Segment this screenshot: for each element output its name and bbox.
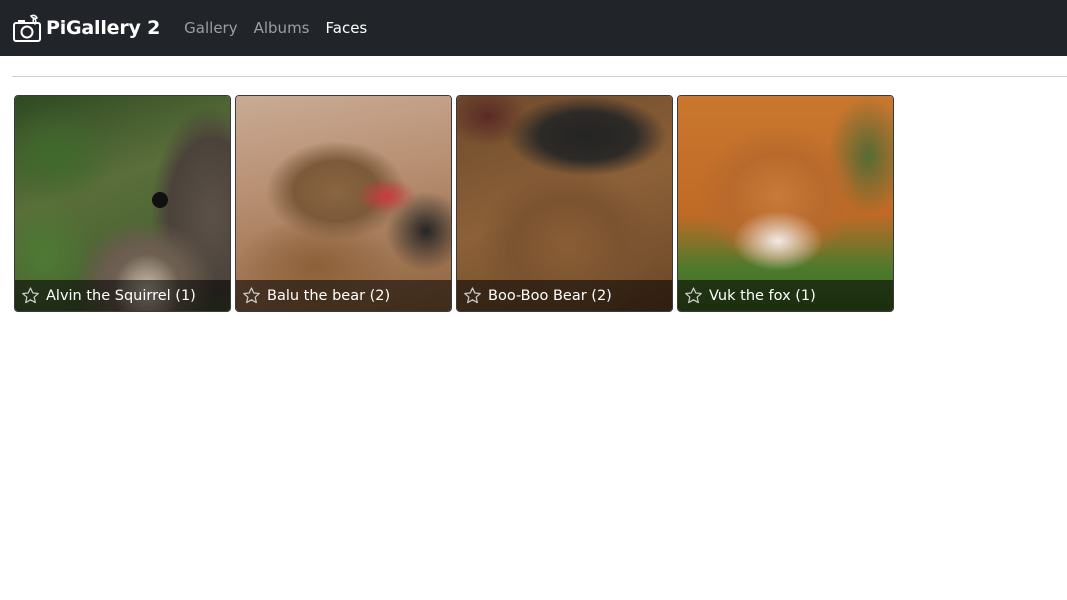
face-name: Boo-Boo Bear (2) xyxy=(488,287,612,304)
face-name: Vuk the fox (1) xyxy=(709,287,816,304)
face-caption: Alvin the Squirrel (1) xyxy=(15,280,230,311)
face-card[interactable]: Boo-Boo Bear (2) xyxy=(456,95,673,312)
face-caption: Balu the bear (2) xyxy=(236,280,451,311)
face-photo xyxy=(457,96,672,311)
content-divider xyxy=(12,76,1067,77)
nav-link-faces[interactable]: Faces xyxy=(326,19,368,37)
nav-link-gallery[interactable]: Gallery xyxy=(184,19,237,37)
face-card[interactable]: Alvin the Squirrel (1) xyxy=(14,95,231,312)
main-nav: Gallery Albums Faces xyxy=(184,19,383,37)
face-name: Alvin the Squirrel (1) xyxy=(46,287,196,304)
brand-name: PiGallery 2 xyxy=(46,17,161,39)
face-caption: Boo-Boo Bear (2) xyxy=(457,280,672,311)
star-outline-icon[interactable] xyxy=(242,286,261,305)
face-caption: Vuk the fox (1) xyxy=(678,280,893,311)
star-outline-icon[interactable] xyxy=(463,286,482,305)
face-photo xyxy=(15,96,230,311)
camera-logo-icon xyxy=(13,14,41,42)
star-outline-icon[interactable] xyxy=(684,286,703,305)
faces-grid: Alvin the Squirrel (1) Balu the bear (2)… xyxy=(14,95,898,312)
star-outline-icon[interactable] xyxy=(21,286,40,305)
face-photo xyxy=(236,96,451,311)
brand[interactable]: PiGallery 2 xyxy=(12,13,160,43)
face-card[interactable]: Balu the bear (2) xyxy=(235,95,452,312)
nav-link-albums[interactable]: Albums xyxy=(254,19,310,37)
top-navbar: PiGallery 2 Gallery Albums Faces xyxy=(0,0,1067,56)
face-card[interactable]: Vuk the fox (1) xyxy=(677,95,894,312)
face-photo xyxy=(678,96,893,311)
face-name: Balu the bear (2) xyxy=(267,287,391,304)
